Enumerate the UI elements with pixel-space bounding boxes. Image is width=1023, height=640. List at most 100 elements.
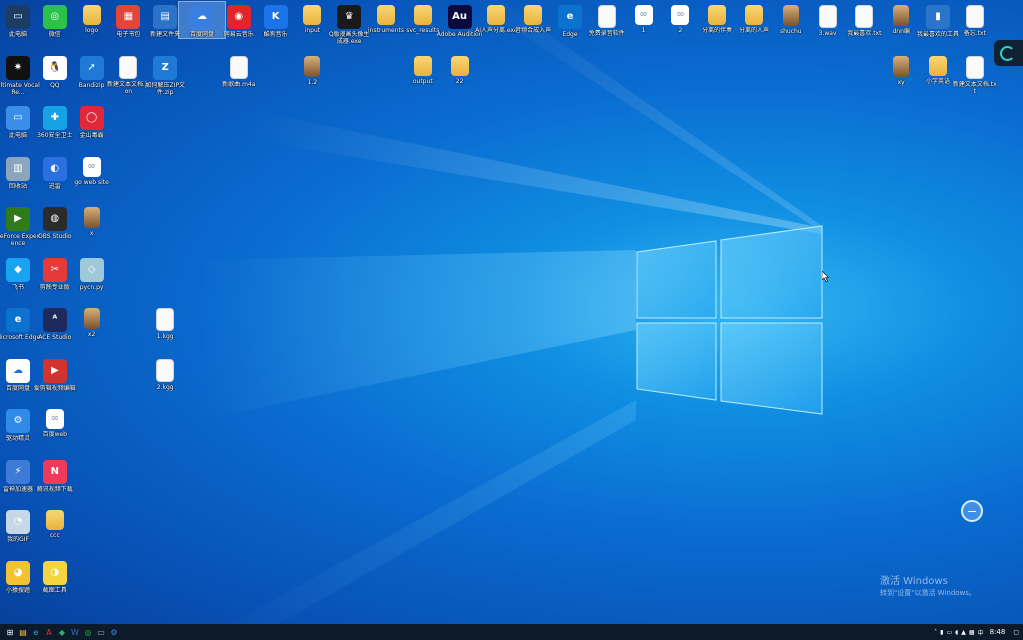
desktop-icon[interactable]: ◇ pycn.py xyxy=(69,255,115,291)
image-file-icon xyxy=(83,308,100,329)
desktop-icon[interactable]: ◑ 截图工具 xyxy=(32,558,78,594)
folder-icon xyxy=(303,5,322,25)
folder-icon xyxy=(745,5,763,25)
desktop-icon[interactable]: ◯ 金山毒霸 xyxy=(69,103,115,139)
file-icon xyxy=(965,55,984,79)
app-icon: Au xyxy=(447,5,472,29)
folder-icon xyxy=(413,5,432,25)
app-icon: e xyxy=(6,308,30,332)
web-shortcut-icon: ∞ xyxy=(82,156,101,177)
taskbar-settings-app[interactable]: ⚙ xyxy=(108,624,120,640)
taskbar-adobe-app[interactable]: A xyxy=(43,624,55,640)
file-icon xyxy=(597,5,616,28)
file-icon xyxy=(119,55,138,79)
desktop-icon[interactable]: 22 xyxy=(437,53,483,85)
folder-icon xyxy=(82,5,101,25)
app-icon: ◐ xyxy=(42,156,67,181)
app-icon: ▮ xyxy=(926,5,950,29)
taskbar-word-app[interactable]: W xyxy=(69,624,81,640)
app-icon: ⚡ xyxy=(6,459,30,484)
app-icon: ◆ xyxy=(6,257,30,282)
taskbar: ⊞ ▤ e A ◆ W ◎ ▭ ⚙ xyxy=(0,624,1023,640)
app-icon: ♛ xyxy=(337,5,362,29)
file-icon xyxy=(156,358,175,382)
app-icon: ◇ xyxy=(79,257,104,282)
floating-assistant-button[interactable] xyxy=(961,500,983,522)
desktop-icon-label: x2 xyxy=(87,331,96,338)
desktop-icon[interactable]: ∞ 百度web xyxy=(32,406,78,438)
desktop-icon-label: x xyxy=(89,230,94,237)
notification-icon[interactable]: ▢ xyxy=(1013,629,1019,636)
folder-icon xyxy=(377,5,395,25)
desktop-icon[interactable]: x2 xyxy=(69,305,115,338)
mouse-cursor-icon xyxy=(822,271,830,282)
activation-title: 激活 Windows xyxy=(880,576,948,587)
app-icon: ▶ xyxy=(6,207,30,231)
folder-icon xyxy=(487,5,506,25)
desktop-icon-label: 百度web xyxy=(42,431,67,438)
app-icon: ᴬ xyxy=(42,308,67,332)
desktop-icon[interactable]: x xyxy=(69,204,115,237)
app-icon: N xyxy=(42,459,67,484)
desktop-icon-label: 1.2 xyxy=(307,78,318,86)
activation-watermark: 激活 Windows 转到"设置"以激活 Windows。 xyxy=(880,572,976,598)
file-icon xyxy=(818,5,837,28)
desktop-icon-label: 爱剪辑视频编辑 xyxy=(33,384,76,392)
desktop-icon-label: 备忘.txt xyxy=(963,30,986,37)
desktop-icon[interactable]: ∞ go web site xyxy=(69,154,115,186)
app-icon: K xyxy=(263,5,288,29)
desktop-icon-label: 新歌曲.m4a xyxy=(222,80,256,88)
desktop-icon[interactable]: 1.kgg xyxy=(142,305,188,340)
image-file-icon xyxy=(83,207,100,228)
desktop-icon[interactable]: Z 如何解压ZIP文件.zip xyxy=(142,53,188,96)
ime-icon[interactable]: 中 xyxy=(978,628,984,637)
app-icon: ⚙ xyxy=(6,409,30,433)
folder-icon xyxy=(45,510,64,530)
desktop-icon[interactable]: 备忘.txt xyxy=(952,2,998,37)
app-icon: ✂ xyxy=(42,257,67,282)
folder-icon xyxy=(708,5,727,25)
app-icon: ▭ xyxy=(6,5,30,29)
network-icon[interactable]: ▲ xyxy=(961,629,966,636)
folder-icon xyxy=(929,55,947,76)
image-file-icon xyxy=(782,5,799,26)
app-icon: ☁ xyxy=(190,5,214,29)
taskbar-photos-app[interactable]: ◆ xyxy=(56,624,68,640)
clock-time[interactable]: 8:48 xyxy=(990,628,1006,636)
desktop-icon[interactable]: ▶ 爱剪辑视频编辑 xyxy=(32,356,78,392)
image-file-icon xyxy=(893,5,910,26)
desktop-icon[interactable]: N 腾讯视频下载 xyxy=(32,457,78,493)
file-icon xyxy=(229,55,248,79)
taskbar-start-button[interactable]: ⊞ xyxy=(4,624,16,640)
file-icon xyxy=(965,5,984,28)
web-shortcut-icon: ∞ xyxy=(45,409,64,429)
desktop-icon[interactable]: 新建文本文档.txt xyxy=(952,53,998,95)
desktop-icon[interactable]: ccc xyxy=(32,507,78,539)
display-icon[interactable]: ▭ xyxy=(946,629,952,636)
desktop-icon-label: 1.kgg xyxy=(156,333,174,340)
app-icon: ◔ xyxy=(6,510,30,534)
folder-icon xyxy=(450,55,469,76)
desktop-icon-label: 金山毒霸 xyxy=(79,132,104,139)
taskbar-file-explorer[interactable]: ▤ xyxy=(17,624,29,640)
app-icon: ▦ xyxy=(116,5,141,29)
app-icon: 🐧 xyxy=(42,55,67,80)
microphone-icon[interactable]: ▮ xyxy=(940,629,943,636)
floating-widget-icon[interactable] xyxy=(994,40,1023,66)
app-icon: ◕ xyxy=(6,560,30,585)
app-icon: e xyxy=(558,5,582,29)
desktop-icon[interactable]: 2.kgg xyxy=(142,356,188,391)
app-icon: ▥ xyxy=(6,156,30,181)
app-icon: ➚ xyxy=(79,55,104,80)
taskbar-wechat-app[interactable]: ◎ xyxy=(82,624,94,640)
desktop-icon[interactable]: 1.2 xyxy=(289,53,335,86)
app-icon: ◯ xyxy=(79,106,104,130)
taskbar-edge-browser[interactable]: e xyxy=(30,624,42,640)
taskbar-terminal-app[interactable]: ▭ xyxy=(95,624,107,640)
keyboard-icon[interactable]: ▦ xyxy=(969,629,975,636)
speaker-icon[interactable]: ◖ xyxy=(955,629,958,636)
file-icon xyxy=(855,5,874,28)
app-icon: ◎ xyxy=(42,5,67,29)
chevron-up-icon[interactable]: ˄ xyxy=(934,629,937,636)
desktop-icon[interactable]: 新歌曲.m4a xyxy=(216,53,262,88)
